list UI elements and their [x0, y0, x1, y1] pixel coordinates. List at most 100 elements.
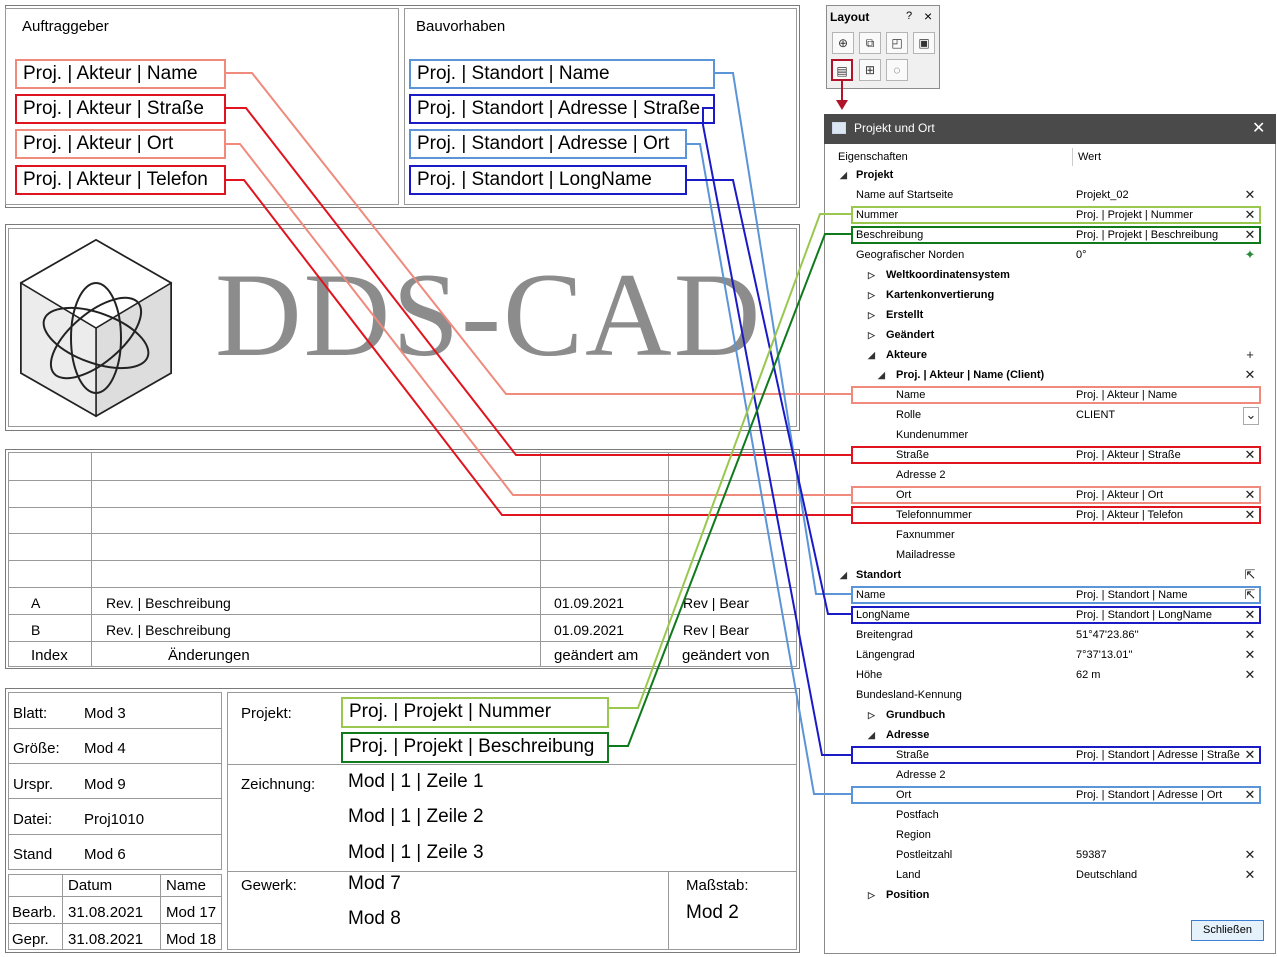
property-row[interactable]: ▷ Kartenkonvertierung: [832, 285, 1262, 305]
property-key: Proj. | Akteur | Name (Client): [896, 369, 1045, 381]
expand-icon[interactable]: ▷: [868, 705, 875, 725]
hl-standort-ort: [851, 786, 1261, 804]
property-value[interactable]: 0°: [1076, 245, 1087, 265]
external-link-icon[interactable]: ⇱: [1243, 565, 1257, 585]
property-row[interactable]: ◢ Standort ⇱: [832, 565, 1262, 585]
property-row[interactable]: Adresse 2: [832, 465, 1262, 485]
layout-tool-2-icon[interactable]: ⧉: [859, 32, 881, 54]
zeichnung-line-1: Mod | 1 | Zeile 1: [348, 771, 484, 792]
property-row[interactable]: Mailadresse: [832, 545, 1262, 565]
stand-value: Mod 6: [84, 846, 126, 863]
property-value[interactable]: Projekt_02: [1076, 185, 1129, 205]
property-row[interactable]: Postfach: [832, 805, 1262, 825]
property-row[interactable]: Längengrad 7°37'13.01'' ✕: [832, 645, 1262, 665]
property-row[interactable]: ▷ Geändert: [832, 325, 1262, 345]
help-icon[interactable]: ?: [906, 10, 912, 22]
layout-tool-3-icon[interactable]: ◰: [886, 32, 908, 54]
property-key: Land: [896, 869, 921, 881]
property-row[interactable]: Bundesland-Kennung: [832, 685, 1262, 705]
project-properties-icon[interactable]: ▤: [831, 59, 853, 81]
clear-icon[interactable]: ✕: [1243, 865, 1257, 885]
expand-icon[interactable]: ▷: [868, 265, 875, 285]
property-row[interactable]: ◢ Proj. | Akteur | Name (Client) ✕: [832, 365, 1262, 385]
client-phone-field[interactable]: Proj. | Akteur | Telefon: [15, 165, 226, 195]
clear-icon[interactable]: ✕: [1243, 845, 1257, 865]
layout-toolbar: Layout ? × ⊕ ⧉ ◰ ▣ ▤ ⊞ ◌: [826, 5, 940, 89]
property-row[interactable]: Höhe 62 m ✕: [832, 665, 1262, 685]
property-row[interactable]: Region: [832, 825, 1262, 845]
hl-beschreibung: [851, 226, 1261, 244]
layout-tool-1-icon[interactable]: ⊕: [832, 32, 854, 54]
hl-nummer: [851, 206, 1261, 224]
gewerk-label: Gewerk:: [241, 877, 297, 894]
logo-text: DDS-CAD: [215, 250, 763, 380]
property-row[interactable]: Geografischer Norden 0° ✦: [832, 245, 1262, 265]
property-row[interactable]: ◢ Akteure +: [832, 345, 1262, 365]
expand-icon[interactable]: ▷: [868, 885, 875, 905]
clear-icon[interactable]: ✕: [1243, 365, 1257, 385]
property-row[interactable]: Breitengrad 51°47'23.86'' ✕: [832, 625, 1262, 645]
expand-icon[interactable]: ▷: [868, 325, 875, 345]
client-city-field[interactable]: Proj. | Akteur | Ort: [15, 129, 226, 159]
expand-icon[interactable]: ▷: [868, 305, 875, 325]
property-value[interactable]: Deutschland: [1076, 865, 1137, 885]
property-row[interactable]: ◢ Adresse: [832, 725, 1262, 745]
property-row[interactable]: Kundenummer: [832, 425, 1262, 445]
property-row[interactable]: ▷ Erstellt: [832, 305, 1262, 325]
add-icon[interactable]: +: [1243, 345, 1257, 365]
dropdown-icon[interactable]: ⌄: [1243, 407, 1259, 425]
property-value[interactable]: 59387: [1076, 845, 1107, 865]
site-city-field[interactable]: Proj. | Standort | Adresse | Ort: [409, 129, 687, 159]
property-value[interactable]: 62 m: [1076, 665, 1100, 685]
property-row[interactable]: Postleitzahl 59387 ✕: [832, 845, 1262, 865]
property-row[interactable]: ▷ Position: [832, 885, 1262, 905]
collapse-icon[interactable]: ◢: [840, 565, 847, 585]
arrow-line: [841, 80, 843, 102]
property-row[interactable]: ▷ Weltkoordinatensystem: [832, 265, 1262, 285]
collapse-icon[interactable]: ◢: [840, 165, 847, 185]
expand-icon[interactable]: ▷: [868, 285, 875, 305]
property-key: Kundenummer: [896, 429, 969, 441]
hl-akteur-ort: [851, 486, 1261, 504]
north-icon[interactable]: ✦: [1243, 245, 1257, 265]
projekt-nummer-field[interactable]: Proj. | Projekt | Nummer: [341, 697, 609, 728]
client-street-field[interactable]: Proj. | Akteur | Straße: [15, 94, 226, 124]
clear-icon[interactable]: ✕: [1243, 645, 1257, 665]
property-key: Projekt: [856, 169, 894, 181]
schliessen-button[interactable]: Schließen: [1191, 920, 1264, 941]
site-longname-field[interactable]: Proj. | Standort | LongName: [409, 165, 687, 195]
property-row[interactable]: ◢ Projekt: [832, 165, 1262, 185]
property-row[interactable]: Land Deutschland ✕: [832, 865, 1262, 885]
property-row[interactable]: Adresse 2: [832, 765, 1262, 785]
property-key: Rolle: [896, 409, 922, 421]
site-street-field[interactable]: Proj. | Standort | Adresse | Straße: [409, 94, 715, 124]
clear-icon[interactable]: ✕: [1243, 625, 1257, 645]
collapse-icon[interactable]: ◢: [868, 725, 875, 745]
clear-icon[interactable]: ✕: [1243, 665, 1257, 685]
layout-tool-6-icon[interactable]: ⊞: [859, 59, 881, 81]
collapse-icon[interactable]: ◢: [878, 365, 885, 385]
property-key: Höhe: [856, 669, 883, 681]
collapse-icon[interactable]: ◢: [868, 345, 875, 365]
property-row[interactable]: Faxnummer: [832, 525, 1262, 545]
client-name-field[interactable]: Proj. | Akteur | Name: [15, 59, 226, 89]
site-name-field[interactable]: Proj. | Standort | Name: [409, 59, 715, 89]
layout-tool-7-icon[interactable]: ◌: [886, 59, 908, 81]
property-row[interactable]: Name auf Startseite Projekt_02 ✕: [832, 185, 1262, 205]
property-row[interactable]: Rolle CLIENT ⌄: [832, 405, 1262, 425]
zeichnung-label: Zeichnung:: [241, 776, 316, 793]
property-value[interactable]: 51°47'23.86'': [1076, 625, 1139, 645]
gepr-label: Gepr.: [12, 931, 49, 948]
hl-standort-longname: [851, 606, 1261, 624]
groesse-label: Größe:: [13, 740, 60, 757]
property-row[interactable]: ▷ Grundbuch: [832, 705, 1262, 725]
dialog-close-icon[interactable]: ✕: [1252, 118, 1265, 138]
property-value[interactable]: 7°37'13.01'': [1076, 645, 1133, 665]
projekt-beschreibung-field[interactable]: Proj. | Projekt | Beschreibung: [341, 732, 609, 763]
close-icon[interactable]: ×: [924, 8, 932, 24]
clear-icon[interactable]: ✕: [1243, 185, 1257, 205]
hl-akteur-name: [851, 386, 1261, 404]
property-value[interactable]: CLIENT: [1076, 405, 1115, 425]
arrow-down-icon: [836, 100, 848, 110]
layout-tool-4-icon[interactable]: ▣: [913, 32, 935, 54]
